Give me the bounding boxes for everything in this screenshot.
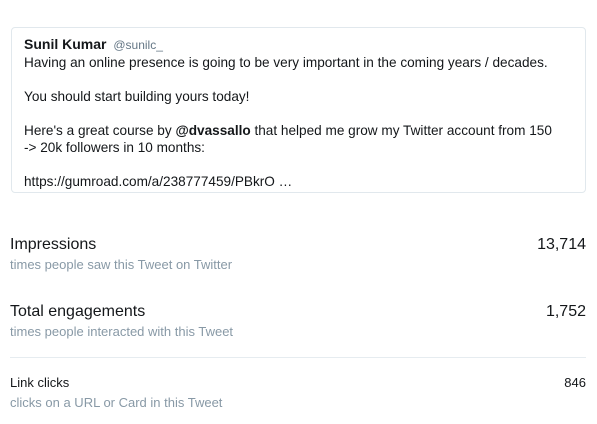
tweet-card[interactable]: Sunil Kumar @sunilc_ Having an online pr… — [11, 27, 586, 193]
metric-value: 846 — [564, 375, 586, 390]
metric-description: times people saw this Tweet on Twitter — [10, 257, 233, 272]
metric-row: Link clicks 846 — [10, 373, 586, 393]
metric-title: Link clicks — [10, 375, 70, 390]
tweet-text-line: You should start building yours today! — [24, 89, 250, 104]
tweet-text-segment: that helped me grow my Twitter account f… — [250, 123, 552, 138]
metric-link-clicks[interactable]: Link clicks 846 clicks on a URL or Card … — [10, 373, 586, 411]
metric-description: times people interacted with this Tweet — [10, 324, 234, 339]
metric-description: clicks on a URL or Card in this Tweet — [10, 395, 223, 410]
metric-value: 1,752 — [545, 303, 586, 320]
metric-title: Impressions — [10, 236, 97, 253]
metric-row: Impressions 13,714 — [10, 235, 586, 255]
tweet-text-line: Having an online presence is going to be… — [24, 55, 548, 70]
mention-link[interactable]: @dvassallo — [175, 123, 250, 138]
tweet-header: Sunil Kumar @sunilc_ — [24, 36, 573, 53]
tweet-link[interactable]: https://gumroad.com/a/238777459/PBkrO … — [24, 173, 573, 190]
tweet-text-line: Here's a great course by @dvassallo that… — [24, 122, 573, 139]
metric-total-engagements: Total engagements 1,752 times people int… — [10, 302, 586, 340]
divider — [10, 357, 586, 358]
metric-value: 13,714 — [537, 236, 586, 253]
author-name[interactable]: Sunil Kumar — [24, 36, 106, 52]
metric-title: Total engagements — [10, 303, 146, 320]
metric-impressions: Impressions 13,714 times people saw this… — [10, 235, 586, 273]
tweet-text-segment: Here's a great course by — [24, 123, 176, 138]
tweet-text-line: -> 20k followers in 10 months: — [24, 140, 205, 155]
author-handle[interactable]: @sunilc_ — [113, 38, 163, 52]
metric-row: Total engagements 1,752 — [10, 302, 586, 322]
